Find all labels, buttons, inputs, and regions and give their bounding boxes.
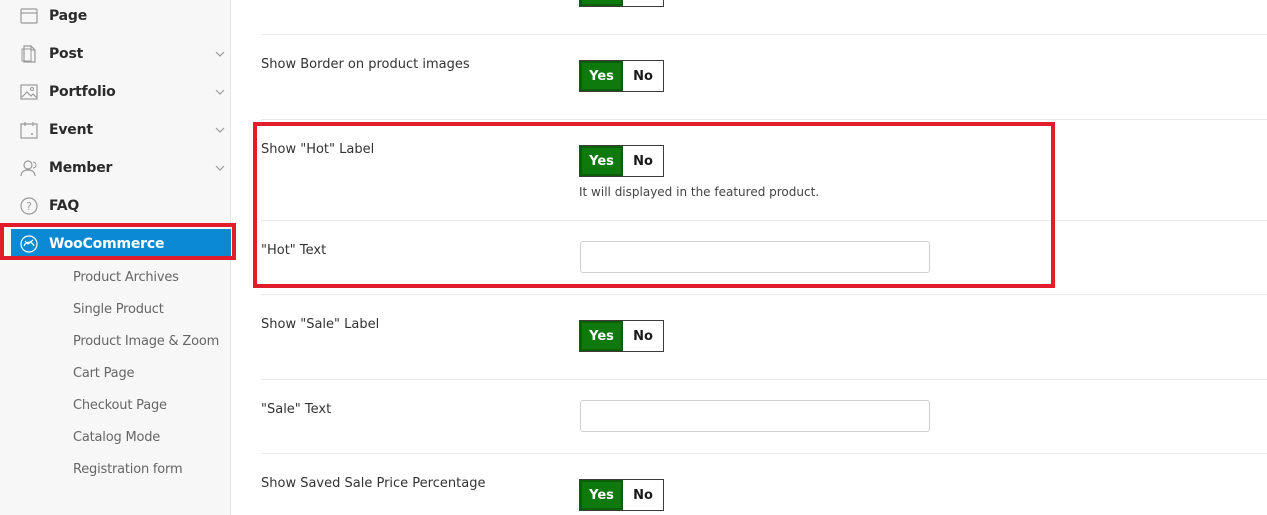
submenu-item-cart-page[interactable]: Cart Page xyxy=(73,366,134,381)
setting-label-show-saved: Show Saved Sale Price Percentage xyxy=(261,476,486,491)
toggle-yes[interactable]: Yes xyxy=(580,480,623,510)
svg-text:?: ? xyxy=(26,200,32,213)
sale-text-input[interactable] xyxy=(580,400,930,432)
chevron-down-icon[interactable] xyxy=(214,86,226,98)
toggle-yes[interactable]: Yes xyxy=(580,146,623,176)
sidebar-item-page[interactable]: Page xyxy=(0,0,231,32)
setting-label-show-sale: Show "Sale" Label xyxy=(261,317,380,332)
toggle-yes[interactable]: Yes xyxy=(580,61,623,91)
sidebar-item-woocommerce[interactable]: WooCommerce xyxy=(11,229,231,259)
toggle-no[interactable]: No xyxy=(623,0,663,6)
toggle-show-saved[interactable]: Yes No xyxy=(579,479,664,511)
hot-text-input[interactable] xyxy=(580,241,930,273)
sidebar-item-event[interactable]: Event xyxy=(0,114,231,146)
sidebar-item-label: Page xyxy=(49,8,88,24)
page-icon xyxy=(19,6,39,26)
setting-label-hot-text: "Hot" Text xyxy=(261,243,327,258)
sidebar-item-label: Post xyxy=(49,46,84,62)
toggle-yes[interactable]: Yes xyxy=(580,321,623,351)
chevron-down-icon[interactable] xyxy=(214,162,226,174)
setting-label-show-hot: Show "Hot" Label xyxy=(261,142,375,157)
sidebar-item-label: Event xyxy=(49,122,93,138)
submenu-item-catalog-mode[interactable]: Catalog Mode xyxy=(73,430,160,445)
toggle-no[interactable]: No xyxy=(623,146,663,176)
toggle-previous-setting[interactable]: Yes No xyxy=(579,0,664,7)
post-icon xyxy=(19,44,39,64)
divider xyxy=(261,119,1267,120)
submenu-item-product-archives[interactable]: Product Archives xyxy=(73,270,179,285)
divider xyxy=(261,453,1267,454)
sidebar-item-label: Member xyxy=(49,160,113,176)
setting-label-show-border: Show Border on product images xyxy=(261,57,470,72)
submenu-item-registration-form[interactable]: Registration form xyxy=(73,462,183,477)
woocommerce-icon xyxy=(19,234,39,254)
submenu-item-single-product[interactable]: Single Product xyxy=(73,302,164,317)
chevron-down-icon[interactable] xyxy=(214,48,226,60)
member-icon xyxy=(19,158,39,178)
event-icon xyxy=(19,120,39,140)
sidebar-item-post[interactable]: Post xyxy=(0,38,231,70)
sidebar-item-portfolio[interactable]: Portfolio xyxy=(0,76,231,108)
portfolio-icon xyxy=(19,82,39,102)
divider xyxy=(261,220,1267,221)
divider xyxy=(261,379,1267,380)
sidebar-item-member[interactable]: Member xyxy=(0,152,231,184)
sidebar-item-label: Portfolio xyxy=(49,84,116,100)
sidebar-item-label: FAQ xyxy=(49,198,80,214)
toggle-no[interactable]: No xyxy=(623,480,663,510)
sidebar-item-faq[interactable]: ? FAQ xyxy=(0,190,231,222)
toggle-show-hot[interactable]: Yes No xyxy=(579,145,664,177)
toggle-no[interactable]: No xyxy=(623,61,663,91)
sidebar-item-label: WooCommerce xyxy=(49,236,165,252)
toggle-show-border[interactable]: Yes No xyxy=(579,60,664,92)
divider xyxy=(261,294,1267,295)
toggle-no[interactable]: No xyxy=(623,321,663,351)
toggle-show-sale[interactable]: Yes No xyxy=(579,320,664,352)
setting-hint-show-hot: It will displayed in the featured produc… xyxy=(579,185,820,199)
toggle-yes[interactable]: Yes xyxy=(580,0,623,6)
setting-label-sale-text: "Sale" Text xyxy=(261,402,332,417)
submenu-item-product-image-zoom[interactable]: Product Image & Zoom xyxy=(73,334,219,349)
sidebar: Page Post Portfolio Event Member ? FAQ W… xyxy=(0,0,231,515)
chevron-down-icon[interactable] xyxy=(214,124,226,136)
submenu-item-checkout-page[interactable]: Checkout Page xyxy=(73,398,167,413)
divider xyxy=(261,34,1267,35)
faq-icon: ? xyxy=(19,196,39,216)
